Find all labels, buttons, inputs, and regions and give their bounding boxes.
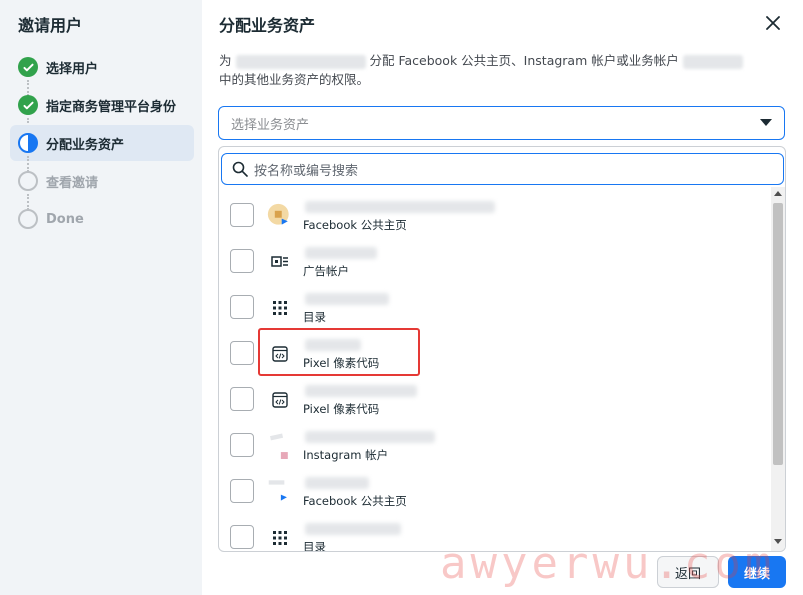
step-label: 指定商务管理平台身份 [46,99,177,115]
caret-down-icon [760,119,772,126]
continue-button[interactable]: 继续 [728,556,786,588]
scrollbar-thumb[interactable] [773,203,783,465]
redacted-asset-name [305,339,361,351]
select-placeholder: 选择业务资产 [231,117,310,133]
check-circle-icon [18,57,38,77]
asset-type-label: Pixel 像素代码 [303,356,380,370]
redacted-business-name [682,54,743,69]
redacted-asset-name [305,477,369,489]
asset-checkbox[interactable] [230,479,254,503]
search-icon [232,161,248,177]
asset-type-label: Instagram 帐户 [303,448,389,462]
asset-type-label: Facebook 公共主页 [303,218,407,232]
dialog-description: 为 分配 Facebook 公共主页、Instagram 帐户或业务帐户 中的其… [219,51,759,89]
asset-checkbox[interactable] [230,387,254,411]
asset-type-label: Pixel 像素代码 [303,402,380,416]
asset-row[interactable]: Facebook 公共主页 [219,193,769,239]
description-line2: 中的其他业务资产的权限。 [219,72,370,87]
asset-type-label: Facebook 公共主页 [303,494,407,508]
asset-checkbox[interactable] [230,249,254,273]
close-icon [766,16,780,30]
asset-checkbox[interactable] [230,341,254,365]
asset-checkbox[interactable] [230,433,254,457]
step-label: 分配业务资产 [46,137,125,153]
ad-account-icon [267,249,293,275]
half-circle-icon [18,133,38,153]
asset-row[interactable]: 目录 [219,515,769,552]
step-assign-assets[interactable]: 分配业务资产 [10,125,194,161]
step-done: Done [10,201,194,237]
asset-dropdown: 按名称或编号搜索 Facebook 公共主页 广告帐户 目录 Pixel 像素代… [218,146,786,552]
stepper-title: 邀请用户 [18,16,83,35]
step-label: 选择用户 [46,61,99,77]
redacted-asset-name [305,201,495,213]
asset-row[interactable]: Facebook 公共主页 [219,469,769,515]
description-mid: 分配 Facebook 公共主页、Instagram 帐户或业务帐户 [369,53,679,68]
page-icon [267,203,293,229]
pixel-code-icon [267,387,293,413]
empty-circle-icon [18,171,38,191]
asset-type-label: 目录 [303,540,326,552]
redacted-asset-name [305,431,435,443]
asset-checkbox[interactable] [230,203,254,227]
asset-checkbox[interactable] [230,295,254,319]
page-icon [267,479,293,505]
search-placeholder: 按名称或编号搜索 [254,163,359,179]
asset-row[interactable]: Pixel 像素代码 [219,331,769,377]
scroll-down-arrow-icon[interactable] [774,539,782,544]
asset-type-label: 目录 [303,310,326,324]
back-button[interactable]: 返回 [657,556,719,588]
redacted-asset-name [305,385,417,397]
scroll-up-arrow-icon[interactable] [774,191,782,196]
check-circle-icon [18,95,38,115]
instagram-icon [267,433,293,459]
redacted-asset-name [305,293,389,305]
stepper-panel: 邀请用户 选择用户 指定商务管理平台身份 分配业务资产 查看邀请 Done [0,0,202,595]
pixel-code-icon [267,341,293,367]
step-label: Done [46,211,84,227]
step-label: 查看邀请 [46,175,99,191]
catalog-grid-icon [267,525,293,551]
step-select-users[interactable]: 选择用户 [10,49,194,85]
step-assign-identity[interactable]: 指定商务管理平台身份 [10,87,194,123]
search-input[interactable]: 按名称或编号搜索 [221,153,784,185]
dialog-title: 分配业务资产 [219,16,316,35]
asset-checkbox[interactable] [230,525,254,549]
asset-type-select[interactable]: 选择业务资产 [218,106,785,140]
asset-row[interactable]: Instagram 帐户 [219,423,769,469]
redacted-user-name [235,54,366,69]
redacted-asset-name [305,523,401,535]
catalog-grid-icon [267,295,293,321]
asset-type-label: 广告帐户 [303,264,349,278]
asset-row[interactable]: 广告帐户 [219,239,769,285]
asset-row[interactable]: 目录 [219,285,769,331]
asset-row[interactable]: Pixel 像素代码 [219,377,769,423]
close-button[interactable] [762,12,784,34]
redacted-asset-name [305,247,377,259]
description-prefix: 为 [219,53,232,68]
step-review-invite: 查看邀请 [10,163,194,199]
empty-circle-icon [18,209,38,229]
